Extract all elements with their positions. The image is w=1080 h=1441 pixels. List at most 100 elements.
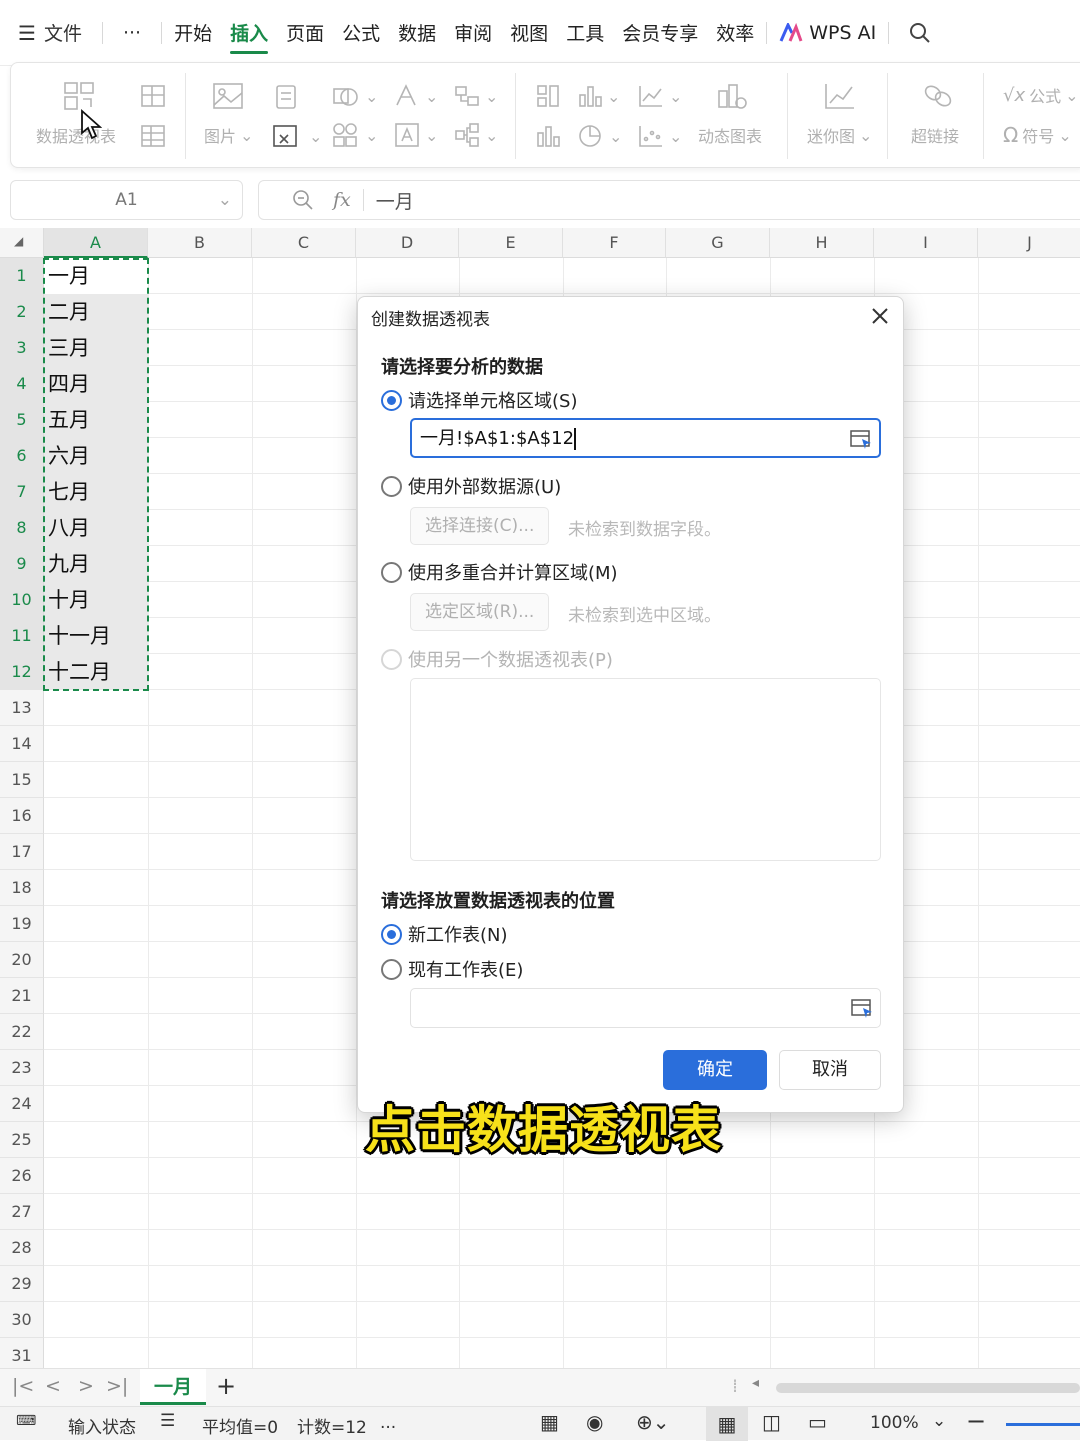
row-header[interactable]: 4 xyxy=(0,366,44,402)
line-chart-icon[interactable]: ⌄ xyxy=(637,83,682,109)
eye-protection-icon[interactable]: ◉ xyxy=(586,1410,603,1434)
row-header[interactable]: 19 xyxy=(0,906,44,942)
hyperlink-icon[interactable] xyxy=(921,81,955,111)
zoom-out-icon[interactable]: − xyxy=(966,1407,986,1435)
row-header[interactable]: 29 xyxy=(0,1266,44,1302)
row-header[interactable]: 9 xyxy=(0,546,44,582)
scroll-split-handle[interactable]: ⁞ xyxy=(732,1375,738,1397)
scroll-left-icon[interactable]: ◂ xyxy=(752,1375,759,1391)
row-header[interactable]: 21 xyxy=(0,978,44,1014)
smartart-icon[interactable]: ⌄ xyxy=(453,83,498,109)
column-header[interactable]: G xyxy=(666,228,770,258)
pivot-table-icon[interactable] xyxy=(63,81,97,111)
icons-library-icon[interactable]: ⌄ xyxy=(331,121,378,149)
range-input[interactable]: 一月!$A$1:$A$12 xyxy=(410,418,881,458)
last-sheet-icon[interactable]: >| xyxy=(106,1375,128,1397)
table-icon[interactable] xyxy=(139,123,167,149)
formula-input[interactable]: fx 一月 xyxy=(258,180,1080,220)
row-header[interactable]: 24 xyxy=(0,1086,44,1122)
row-header[interactable]: 5 xyxy=(0,402,44,438)
cancel-button[interactable]: 取消 xyxy=(779,1050,881,1090)
row-header[interactable]: 30 xyxy=(0,1302,44,1338)
column-header[interactable]: A xyxy=(44,228,148,258)
tab-2[interactable]: 页面 xyxy=(286,13,324,52)
dynamic-chart-label[interactable]: 动态图表 xyxy=(698,123,762,147)
tab-9[interactable]: 效率 xyxy=(716,13,754,52)
next-sheet-icon[interactable]: > xyxy=(78,1375,94,1397)
range-picker-icon[interactable] xyxy=(849,428,873,450)
row-header[interactable]: 11 xyxy=(0,618,44,654)
shape-icon[interactable] xyxy=(273,83,299,111)
row-header[interactable]: 27 xyxy=(0,1194,44,1230)
range-picker-icon[interactable] xyxy=(850,997,874,1019)
macro-record-icon[interactable]: ⌨ xyxy=(16,1413,36,1429)
picture-button[interactable]: 图片 ⌄ xyxy=(204,123,253,147)
close-icon[interactable] xyxy=(867,303,893,329)
horizontal-scrollbar[interactable] xyxy=(776,1383,1080,1393)
sparkline-button[interactable]: 迷你图 ⌄ xyxy=(807,123,872,147)
row-header[interactable]: 3 xyxy=(0,330,44,366)
first-sheet-icon[interactable]: |< xyxy=(12,1375,34,1397)
select-all-corner[interactable]: ◢ xyxy=(0,228,44,258)
radio-external-source[interactable]: 使用外部数据源(U) xyxy=(381,473,561,499)
column-header[interactable]: D xyxy=(356,228,459,258)
zoom-dropdown-icon[interactable]: ⌄ xyxy=(932,1411,946,1431)
location-input[interactable] xyxy=(410,988,881,1028)
column-header[interactable]: F xyxy=(563,228,666,258)
add-sheet-button[interactable]: + xyxy=(216,1372,236,1400)
page-break-icon[interactable]: ▭ xyxy=(808,1410,827,1434)
row-header[interactable]: 8 xyxy=(0,510,44,546)
average-value[interactable]: 平均值=0 xyxy=(202,1413,278,1438)
row-header[interactable]: 25 xyxy=(0,1122,44,1158)
cell-mode-icon[interactable]: ☰ xyxy=(160,1411,175,1431)
screenshot-icon[interactable]: ⌄ xyxy=(271,121,322,151)
table-style-icon[interactable]: ▦ xyxy=(540,1410,559,1434)
textbox-icon[interactable]: ⌄ xyxy=(393,121,438,149)
pivot-table-label[interactable]: 数据透视表 xyxy=(36,123,116,147)
tab-3[interactable]: 公式 xyxy=(342,13,380,52)
dynamic-chart-icon[interactable] xyxy=(715,81,749,111)
tab-5[interactable]: 审阅 xyxy=(454,13,492,52)
radio-new-sheet[interactable]: 新工作表(N) xyxy=(381,921,508,947)
tab-1[interactable]: 插入 xyxy=(230,13,269,54)
row-header[interactable]: 16 xyxy=(0,798,44,834)
page-layout-icon[interactable]: ◫ xyxy=(762,1410,781,1434)
flowchart-icon[interactable]: ⌄ xyxy=(453,121,498,149)
prev-sheet-icon[interactable]: < xyxy=(45,1375,61,1397)
normal-view-icon[interactable]: ▦ xyxy=(706,1407,748,1441)
shapes-icon[interactable]: ⌄ xyxy=(331,83,378,109)
column-chart-icon[interactable]: ⌄ xyxy=(577,83,620,109)
row-header[interactable]: 23 xyxy=(0,1050,44,1086)
column-header[interactable]: C xyxy=(252,228,356,258)
row-header[interactable]: 6 xyxy=(0,438,44,474)
sparkline-icon[interactable] xyxy=(823,81,857,111)
row-header[interactable]: 14 xyxy=(0,726,44,762)
tab-8[interactable]: 会员专享 xyxy=(622,13,698,52)
hamburger-icon[interactable]: ☰ xyxy=(18,21,36,45)
sheet-tab-active[interactable]: 一月 xyxy=(140,1369,206,1405)
zoom-search-icon[interactable] xyxy=(291,188,315,212)
crosshair-icon[interactable]: ⊕⌄ xyxy=(636,1410,670,1434)
picture-icon[interactable] xyxy=(211,81,245,111)
scatter-chart-icon[interactable]: ⌄ xyxy=(637,123,682,149)
row-header[interactable]: 2 xyxy=(0,294,44,330)
column-header[interactable]: H xyxy=(770,228,874,258)
pivot-chart-icon[interactable] xyxy=(139,83,167,109)
row-header[interactable]: 1 xyxy=(0,258,44,294)
wps-ai-button[interactable]: WPS AI xyxy=(779,22,876,44)
hyperlink-label[interactable]: 超链接 xyxy=(911,123,959,147)
symbol-button[interactable]: Ω 符号 ⌄ xyxy=(1003,123,1072,147)
more-stats[interactable]: ... xyxy=(380,1413,396,1433)
row-header[interactable]: 28 xyxy=(0,1230,44,1266)
chart-all-icon[interactable] xyxy=(535,83,561,109)
pie-chart-icon[interactable]: ⌄ xyxy=(577,123,622,149)
more-menu[interactable]: ··· xyxy=(123,22,141,44)
tab-4[interactable]: 数据 xyxy=(398,13,436,52)
row-header[interactable]: 18 xyxy=(0,870,44,906)
tab-7[interactable]: 工具 xyxy=(566,13,604,52)
row-header[interactable]: 22 xyxy=(0,1014,44,1050)
row-header[interactable]: 17 xyxy=(0,834,44,870)
tab-0[interactable]: 开始 xyxy=(174,13,212,52)
column-header[interactable]: J xyxy=(978,228,1080,258)
zoom-slider[interactable] xyxy=(1006,1423,1080,1426)
